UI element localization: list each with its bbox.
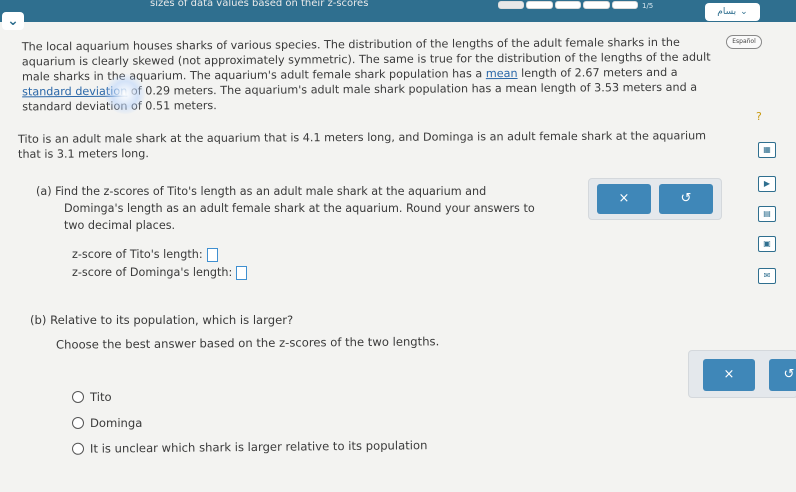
option-dominga[interactable]: Dominga — [72, 416, 142, 430]
part-a: (a) Find the z-scores of Tito's length a… — [36, 183, 576, 234]
part-b-instruction: Choose the best answer based on the z-sc… — [55, 334, 440, 352]
option-label: It is unclear which shark is larger rela… — [89, 438, 428, 456]
chevron-down-icon: ⌄ — [740, 7, 748, 17]
part-a-line3: two decimal places. — [64, 219, 176, 232]
book-icon[interactable]: ▣ — [758, 236, 776, 252]
dominga-zscore-row: z-score of Dominga's length: — [72, 266, 248, 280]
part-a-actions: × ↺ — [588, 178, 722, 220]
option-unclear[interactable]: It is unclear which shark is larger rela… — [71, 438, 428, 456]
calculator-icon[interactable]: ▦ — [758, 142, 776, 158]
top-bar: sizes of data values based on their z-sc… — [0, 0, 796, 22]
mean-link[interactable]: mean — [486, 67, 518, 80]
progress-bar — [498, 1, 639, 9]
scenario-text: Tito is an adult male shark at the aquar… — [17, 129, 707, 161]
part-a-line1: Find the z-scores of Tito's length as an… — [55, 185, 487, 198]
undo-button[interactable]: ↺ — [769, 359, 796, 391]
tito-zscore-row: z-score of Tito's length: — [72, 248, 218, 262]
tito-zscore-label: z-score of Tito's length: — [72, 248, 203, 261]
part-a-line2: Dominga's length as an adult female shar… — [64, 202, 535, 215]
option-label: Tito — [90, 390, 112, 404]
option-label: Dominga — [90, 416, 143, 430]
data-table-icon[interactable]: ▤ — [758, 206, 776, 222]
part-a-label: (a) — [36, 185, 52, 198]
radio-button[interactable] — [71, 442, 85, 455]
part-b-actions: × ↺ — [688, 350, 796, 398]
progress-count: 1/5 — [642, 2, 654, 10]
video-icon[interactable]: ▶ — [758, 176, 776, 192]
progress-segment — [554, 1, 582, 9]
clear-button[interactable]: × — [703, 359, 755, 391]
language-menu-button[interactable]: بسام ⌄ — [705, 3, 760, 21]
progress-segment — [526, 1, 553, 9]
standard-deviation-link[interactable]: standard deviation — [22, 85, 127, 99]
option-tito[interactable]: Tito — [72, 390, 112, 404]
progress-segment — [498, 1, 525, 9]
clear-button[interactable]: × — [597, 184, 651, 214]
problem-intro: The local aquarium houses sharks of vari… — [22, 35, 713, 115]
espanol-button[interactable]: Español — [726, 35, 762, 49]
radio-button[interactable] — [72, 391, 84, 403]
part-b-question: (b) Relative to its population, which is… — [30, 313, 293, 327]
dominga-zscore-label: z-score of Dominga's length: — [72, 266, 233, 279]
progress-segment — [611, 1, 639, 9]
mail-icon[interactable]: ✉ — [758, 268, 776, 284]
topic-title: sizes of data values based on their z-sc… — [150, 0, 369, 9]
tito-zscore-input[interactable] — [206, 248, 218, 262]
collapse-chevron-icon[interactable]: ⌄ — [2, 12, 24, 30]
dominga-zscore-input[interactable] — [236, 266, 248, 280]
language-label: بسام — [717, 7, 737, 17]
radio-button[interactable] — [72, 417, 84, 429]
undo-button[interactable]: ↺ — [659, 184, 713, 214]
part-b-text: Relative to its population, which is lar… — [50, 313, 294, 327]
part-b-label: (b) — [30, 313, 47, 327]
progress-segment — [583, 1, 610, 9]
intro-text-2: length of 2.67 meters and a — [517, 65, 678, 80]
help-icon[interactable]: ? — [756, 110, 762, 123]
